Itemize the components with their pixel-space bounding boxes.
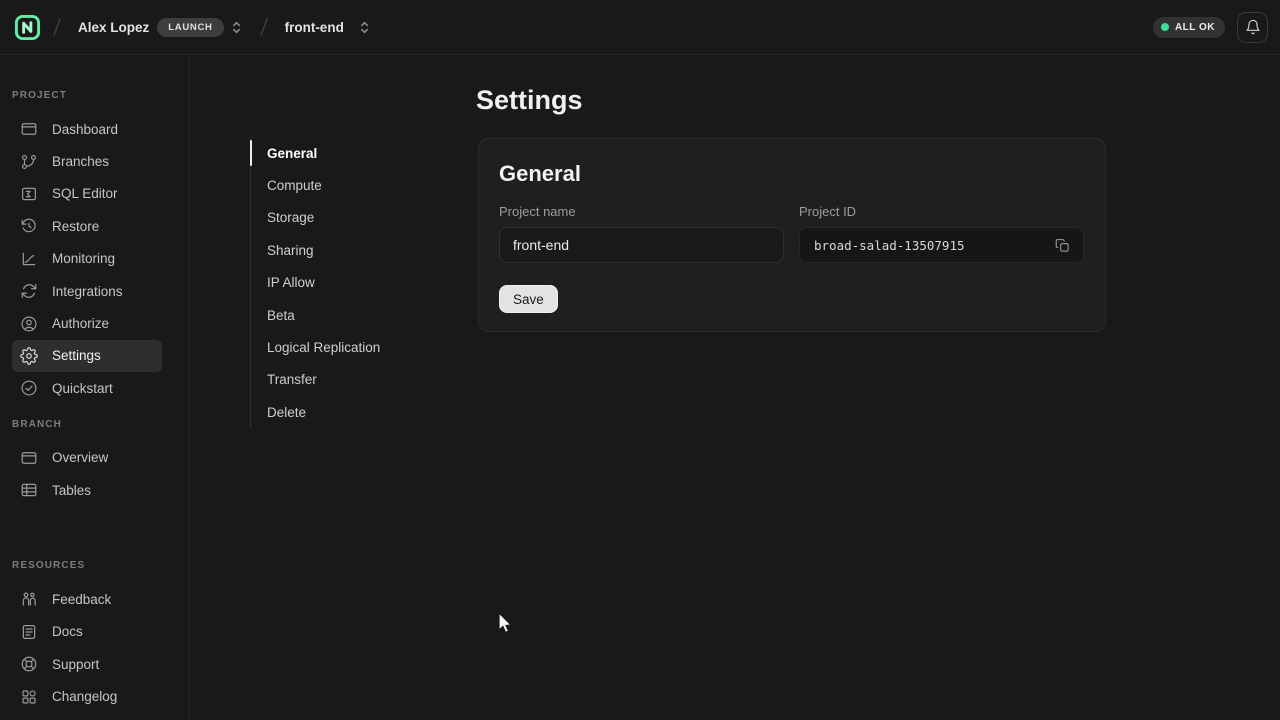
breadcrumb-slash-icon bbox=[46, 16, 68, 38]
sidebar: PROJECT Dashboard Branches SQL Editor Re… bbox=[0, 56, 190, 720]
sidebar-item-label: Monitoring bbox=[52, 251, 115, 266]
subnav-item-compute[interactable]: Compute bbox=[251, 169, 435, 201]
project-id-value[interactable] bbox=[814, 238, 1049, 253]
sidebar-item-settings[interactable]: Settings bbox=[12, 340, 162, 372]
project-name-input[interactable] bbox=[499, 227, 784, 263]
bell-icon bbox=[1245, 19, 1261, 35]
plan-badge[interactable]: LAUNCH bbox=[157, 18, 223, 37]
subnav-item-storage[interactable]: Storage bbox=[251, 202, 435, 234]
sidebar-item-sql-editor[interactable]: SQL Editor bbox=[12, 178, 177, 210]
subnav-item-sharing[interactable]: Sharing bbox=[251, 234, 435, 266]
sidebar-item-quickstart[interactable]: Quickstart bbox=[12, 372, 177, 404]
sidebar-item-label: Tables bbox=[52, 483, 91, 498]
sidebar-item-overview[interactable]: Overview bbox=[12, 442, 177, 474]
card-title: General bbox=[499, 161, 581, 187]
subnav-label: Logical Replication bbox=[267, 340, 380, 355]
restore-history-icon bbox=[20, 217, 38, 235]
sidebar-item-integrations[interactable]: Integrations bbox=[12, 275, 177, 307]
git-branch-icon bbox=[20, 153, 38, 171]
tables-icon bbox=[20, 481, 38, 499]
sidebar-item-label: Changelog bbox=[52, 689, 117, 704]
gear-icon bbox=[20, 347, 38, 365]
subnav-label: Beta bbox=[267, 308, 295, 323]
project-id-label: Project ID bbox=[799, 204, 856, 219]
sidebar-item-label: Feedback bbox=[52, 592, 111, 607]
sidebar-item-support[interactable]: Support bbox=[12, 648, 177, 680]
sidebar-item-branches[interactable]: Branches bbox=[12, 145, 177, 177]
subnav-item-general[interactable]: General bbox=[251, 137, 435, 169]
neon-logo[interactable] bbox=[12, 12, 42, 42]
copy-project-id-button[interactable] bbox=[1049, 232, 1075, 258]
org-chevron-updown-icon[interactable] bbox=[230, 20, 243, 35]
subnav-item-logical-replication[interactable]: Logical Replication bbox=[251, 331, 435, 363]
sidebar-item-restore[interactable]: Restore bbox=[12, 210, 177, 242]
sidebar-section-project: PROJECT bbox=[12, 90, 177, 101]
sidebar-item-label: Quickstart bbox=[52, 381, 113, 396]
sidebar-item-dashboard[interactable]: Dashboard bbox=[12, 113, 177, 145]
changelog-grid-icon bbox=[20, 688, 38, 706]
subnav-label: Delete bbox=[267, 405, 306, 420]
project-switcher[interactable]: front-end bbox=[285, 20, 344, 35]
sidebar-item-authorize[interactable]: Authorize bbox=[12, 307, 177, 339]
sidebar-item-label: Settings bbox=[52, 348, 101, 363]
org-switcher[interactable]: Alex Lopez bbox=[78, 20, 149, 35]
subnav-label: Transfer bbox=[267, 372, 317, 387]
sidebar-item-label: Restore bbox=[52, 219, 99, 234]
general-settings-card: General Project name Project ID Save bbox=[478, 138, 1106, 332]
subnav-label: Sharing bbox=[267, 243, 314, 258]
subnav-label: Compute bbox=[267, 178, 322, 193]
save-button[interactable]: Save bbox=[499, 285, 558, 313]
check-circle-icon bbox=[20, 379, 38, 397]
sidebar-item-label: Branches bbox=[52, 154, 109, 169]
overview-window-icon bbox=[20, 449, 38, 467]
subnav-item-transfer[interactable]: Transfer bbox=[251, 364, 435, 396]
subnav-label: IP Allow bbox=[267, 275, 315, 290]
subnav-item-delete[interactable]: Delete bbox=[251, 396, 435, 428]
status-badge[interactable]: ALL OK bbox=[1153, 17, 1225, 38]
sidebar-item-label: Overview bbox=[52, 450, 108, 465]
settings-subnav: General Compute Storage Sharing IP Allow… bbox=[250, 137, 435, 429]
feedback-users-icon bbox=[20, 590, 38, 608]
docs-file-icon bbox=[20, 623, 38, 641]
breadcrumb-slash-icon bbox=[253, 16, 275, 38]
sidebar-item-feedback[interactable]: Feedback bbox=[12, 583, 177, 615]
notifications-button[interactable] bbox=[1237, 12, 1268, 43]
sidebar-item-label: Dashboard bbox=[52, 122, 118, 137]
active-indicator bbox=[250, 140, 253, 166]
integrations-icon bbox=[20, 282, 38, 300]
sidebar-item-monitoring[interactable]: Monitoring bbox=[12, 243, 177, 275]
sidebar-item-label: Support bbox=[52, 657, 99, 672]
sql-editor-icon bbox=[20, 185, 38, 203]
subnav-item-beta[interactable]: Beta bbox=[251, 299, 435, 331]
sidebar-section-branch: BRANCH bbox=[12, 419, 177, 430]
monitoring-chart-icon bbox=[20, 250, 38, 268]
copy-icon bbox=[1055, 238, 1070, 253]
subnav-label: Storage bbox=[267, 210, 314, 225]
status-label: ALL OK bbox=[1175, 22, 1215, 33]
sidebar-item-label: Docs bbox=[52, 624, 83, 639]
sidebar-item-docs[interactable]: Docs bbox=[12, 616, 177, 648]
sidebar-item-label: Integrations bbox=[52, 284, 123, 299]
subnav-label: General bbox=[267, 146, 317, 161]
dashboard-icon bbox=[20, 120, 38, 138]
project-id-field bbox=[799, 227, 1084, 263]
sidebar-item-tables[interactable]: Tables bbox=[12, 474, 177, 506]
authorize-user-icon bbox=[20, 315, 38, 333]
sidebar-item-changelog[interactable]: Changelog bbox=[12, 680, 177, 712]
sidebar-item-label: Authorize bbox=[52, 316, 109, 331]
status-dot-icon bbox=[1161, 23, 1169, 31]
sidebar-item-label: SQL Editor bbox=[52, 186, 118, 201]
support-lifebuoy-icon bbox=[20, 655, 38, 673]
top-header: Alex Lopez LAUNCH front-end ALL OK bbox=[0, 0, 1280, 55]
sidebar-section-resources: RESOURCES bbox=[12, 560, 177, 571]
mouse-cursor bbox=[496, 611, 514, 637]
project-name-label: Project name bbox=[499, 204, 576, 219]
project-chevron-updown-icon[interactable] bbox=[358, 20, 371, 35]
subnav-item-ip-allow[interactable]: IP Allow bbox=[251, 267, 435, 299]
page-title: Settings bbox=[476, 85, 583, 116]
